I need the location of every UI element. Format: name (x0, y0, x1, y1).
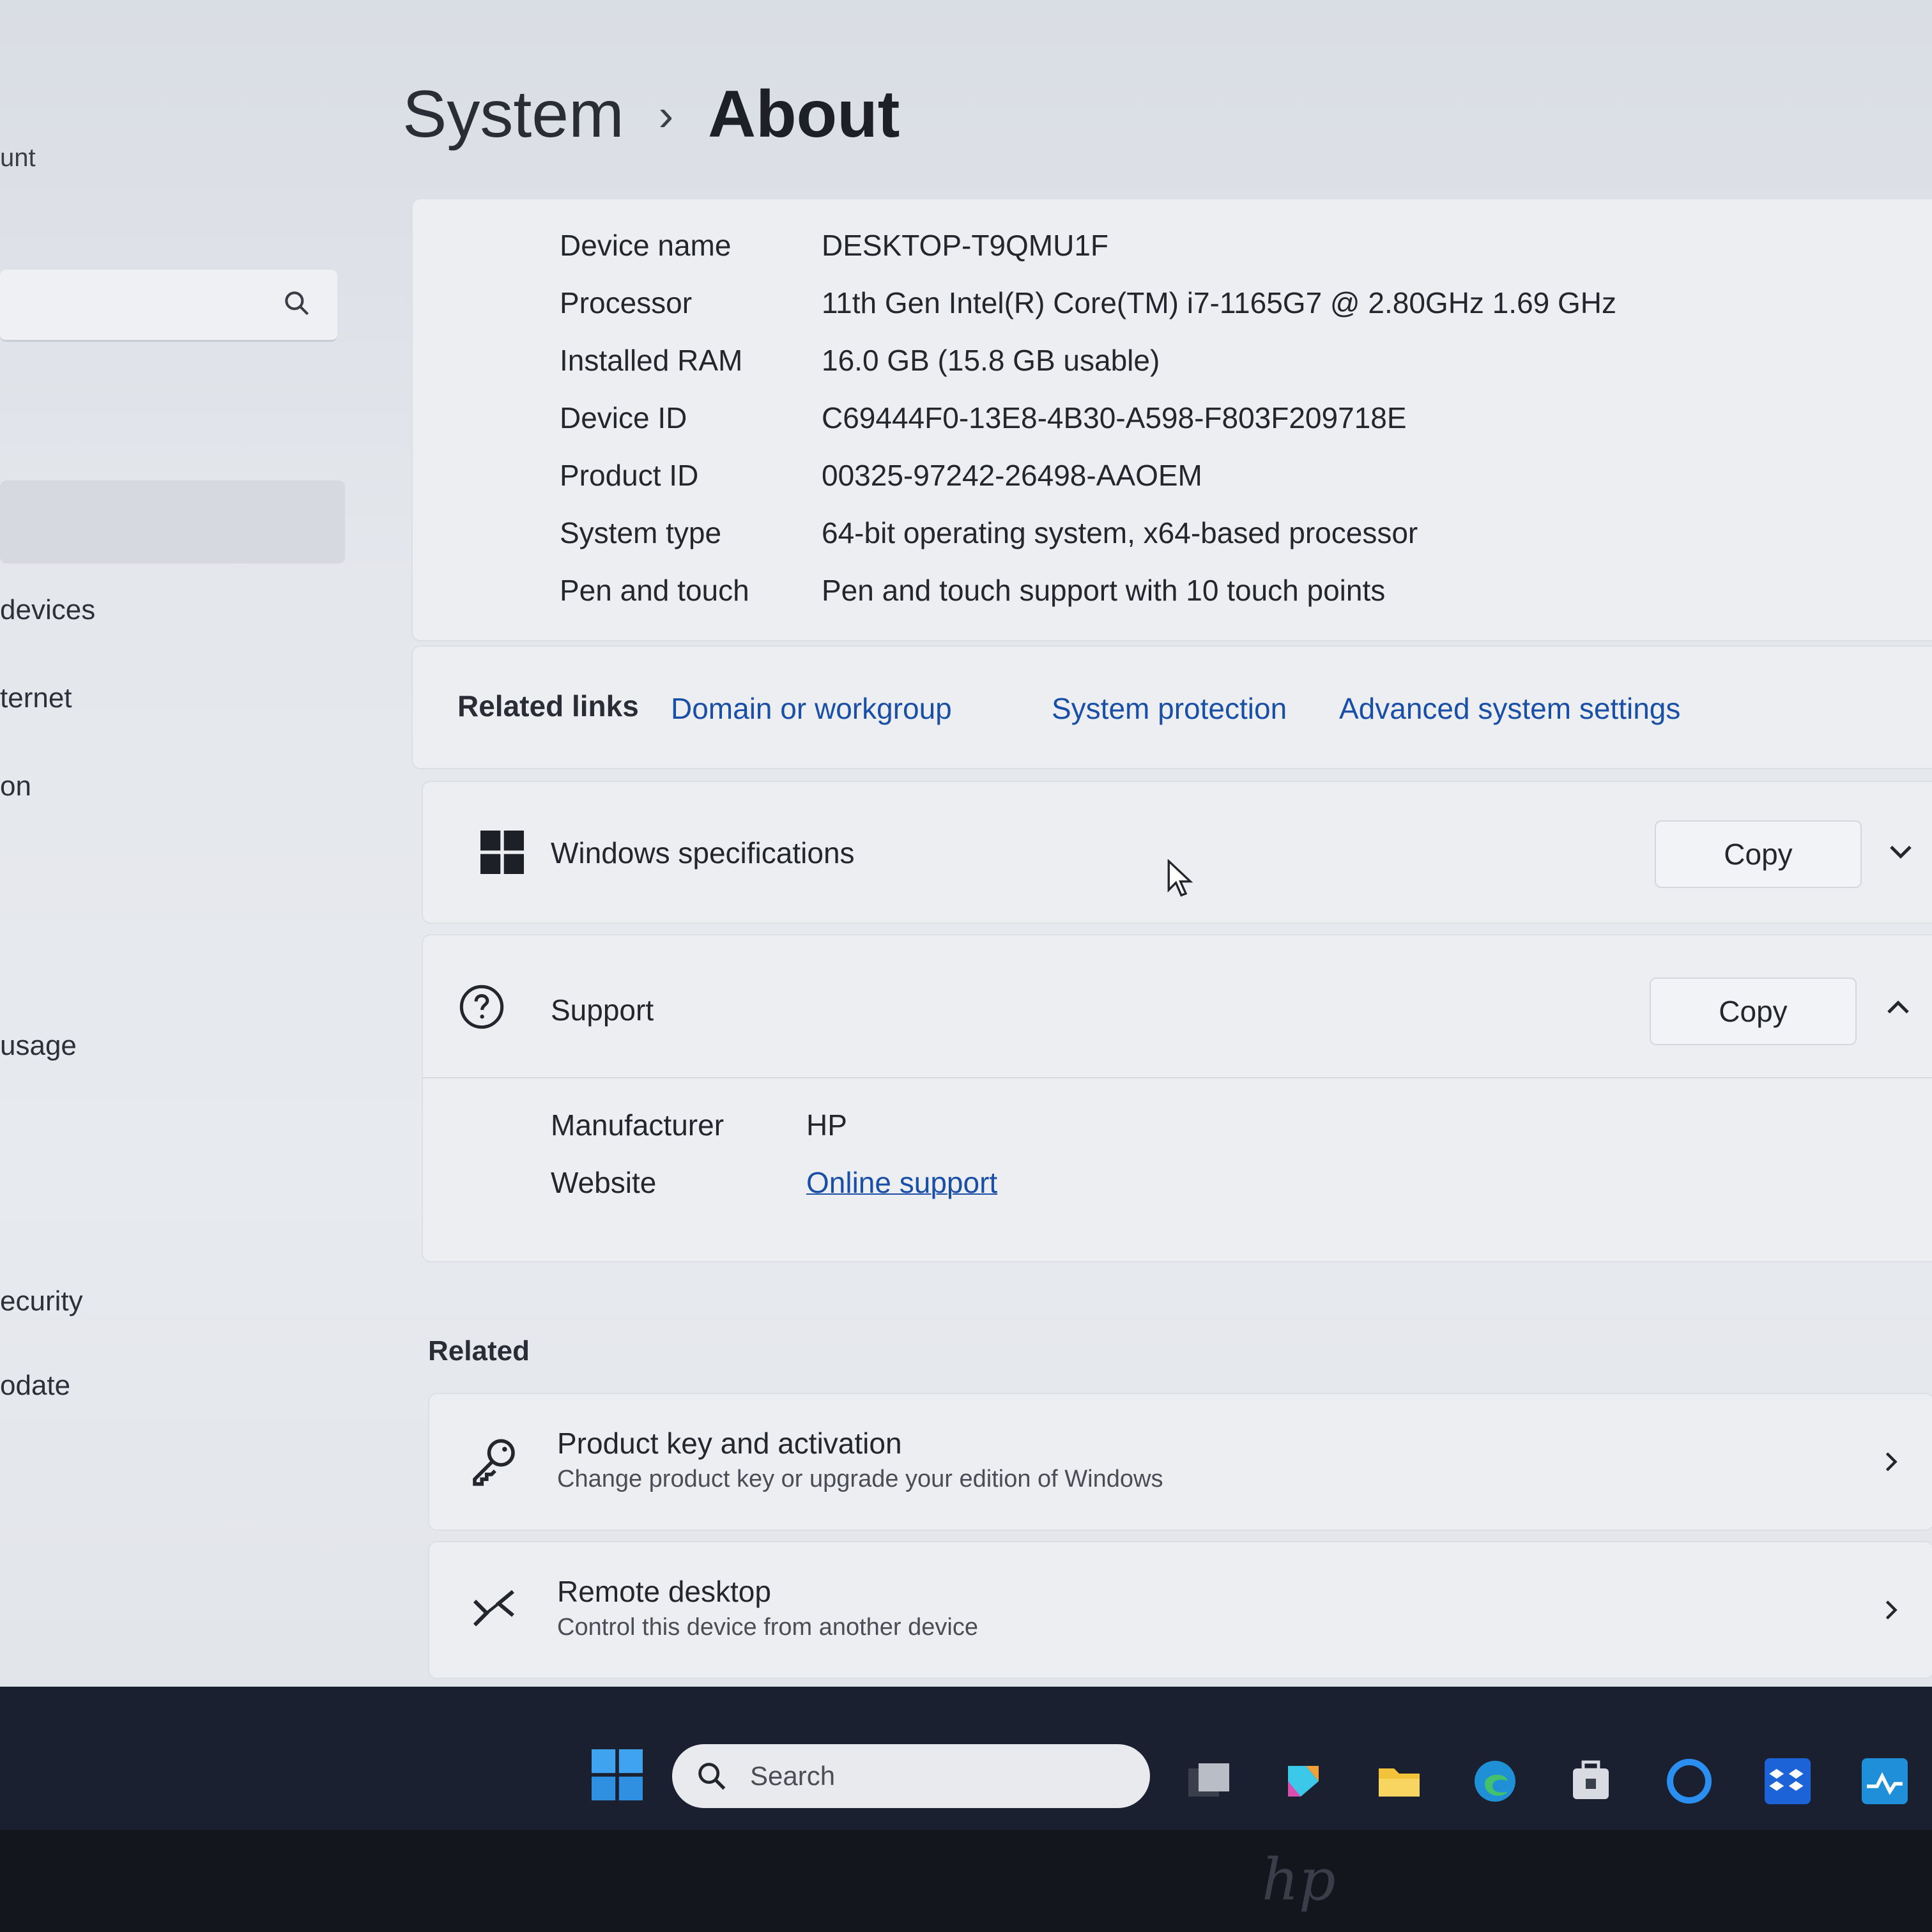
dropbox-icon[interactable] (1762, 1756, 1813, 1807)
support-expander: Support Copy Manufacturer HP Website Onl… (422, 934, 1932, 1262)
spec-label: Device ID (560, 401, 687, 434)
copy-windows-specifications-button[interactable]: Copy (1655, 820, 1862, 888)
sidebar-item-network-internet[interactable]: ternet (0, 682, 72, 714)
spec-label: Pen and touch (560, 574, 749, 607)
spec-value: C69444F0-13E8-4B30-A598-F803F209718E (822, 401, 1407, 434)
breadcrumb: System › About (402, 77, 900, 153)
related-links-title: Related links (457, 689, 639, 723)
cortana-icon[interactable] (1664, 1756, 1715, 1807)
settings-search-input[interactable] (0, 270, 337, 342)
key-icon (473, 1439, 515, 1486)
spec-value: 11th Gen Intel(R) Core(TM) i7-1165G7 @ 2… (822, 286, 1617, 319)
breadcrumb-system[interactable]: System (402, 77, 624, 153)
domain-or-workgroup-link[interactable]: Domain or workgroup (671, 691, 952, 726)
spec-label: System type (560, 516, 722, 549)
store-icon[interactable] (1565, 1756, 1616, 1807)
product-key-title: Product key and activation (557, 1427, 902, 1460)
search-placeholder: Search (750, 1761, 836, 1791)
windows-specifications-expander[interactable]: Windows specifications Copy (422, 781, 1932, 924)
help-icon (459, 985, 504, 1029)
laptop-bezel (0, 1830, 1932, 1932)
windows-specifications-title: Windows specifications (551, 836, 855, 870)
chevron-down-icon[interactable] (1885, 836, 1917, 868)
chevron-right-icon (1885, 1600, 1897, 1620)
spec-label: Product ID (560, 459, 699, 492)
product-key-subtitle: Change product key or upgrade your editi… (557, 1466, 1163, 1492)
website-label: Website (551, 1166, 657, 1199)
windows-logo-icon (480, 831, 524, 874)
edge-icon[interactable] (1469, 1756, 1521, 1807)
related-heading: Related (428, 1335, 530, 1367)
product-key-activation-item[interactable]: Product key and activation Change produc… (428, 1393, 1932, 1531)
remote-desktop-title: Remote desktop (557, 1575, 771, 1608)
divider (423, 1077, 1932, 1078)
spec-label: Installed RAM (560, 344, 743, 377)
start-icon[interactable] (592, 1749, 643, 1800)
spec-row: Processor 11th Gen Intel(R) Core(TM) i7-… (413, 286, 1932, 330)
remote-desktop-item[interactable]: Remote desktop Control this device from … (428, 1541, 1932, 1679)
search-icon (285, 291, 309, 316)
spec-label: Device name (560, 229, 732, 262)
spec-value: 64-bit operating system, x64-based proce… (822, 516, 1418, 549)
spec-row: Pen and touch Pen and touch support with… (413, 573, 1932, 618)
chevron-up-icon[interactable] (1882, 992, 1914, 1023)
sidebar-item-privacy-security[interactable]: ecurity (0, 1285, 83, 1317)
spec-row: Product ID 00325-97242-26498-AAOEM (413, 458, 1932, 503)
remote-desktop-icon (473, 1590, 514, 1627)
spec-row: Device name DESKTOP-T9QMU1F (413, 228, 1932, 273)
sidebar: unt devices ternet on usage ecurity odat… (0, 0, 358, 1687)
spec-value: Pen and touch support with 10 touch poin… (822, 574, 1386, 607)
sidebar-item-bluetooth-devices[interactable]: devices (0, 594, 95, 626)
account-name[interactable]: unt (0, 144, 36, 172)
remote-desktop-subtitle: Control this device from another device (557, 1614, 978, 1641)
main-content: System › About Device name DESKTOP-T9QMU… (402, 0, 1932, 1687)
page-title: About (708, 77, 900, 151)
search-icon (698, 1763, 726, 1790)
app-icon[interactable] (1859, 1756, 1910, 1807)
manufacturer-value: HP (806, 1108, 847, 1142)
spec-label: Processor (560, 286, 693, 319)
taskbar-search-input[interactable]: Search (672, 1744, 1150, 1808)
sidebar-item-windows-update[interactable]: odate (0, 1370, 70, 1402)
spec-value: 16.0 GB (15.8 GB usable) (822, 344, 1160, 377)
system-protection-link[interactable]: System protection (1052, 691, 1287, 726)
task-view-icon[interactable] (1183, 1756, 1234, 1807)
mouse-cursor-icon (1167, 859, 1193, 897)
settings-window: unt devices ternet on usage ecurity odat… (0, 0, 1932, 1687)
spec-row: Device ID C69444F0-13E8-4B30-A598-F803F2… (413, 401, 1932, 445)
spec-value: DESKTOP-T9QMU1F (822, 229, 1108, 262)
sidebar-item-time-language[interactable]: usage (0, 1030, 77, 1062)
hp-logo-icon: hp (1262, 1846, 1336, 1913)
sidebar-item-system-selected[interactable] (0, 480, 345, 564)
spec-value: 00325-97242-26498-AAOEM (822, 459, 1202, 492)
support-title: Support (551, 993, 654, 1027)
breadcrumb-separator: › (658, 89, 674, 140)
copilot-icon[interactable] (1278, 1756, 1329, 1807)
chevron-right-icon (1885, 1452, 1897, 1471)
manufacturer-label: Manufacturer (551, 1108, 724, 1142)
spec-row: Installed RAM 16.0 GB (15.8 GB usable) (413, 343, 1932, 388)
spec-row: System type 64-bit operating system, x64… (413, 516, 1932, 560)
device-specifications-card: Device name DESKTOP-T9QMU1F Processor 11… (411, 198, 1932, 641)
copy-support-button[interactable]: Copy (1650, 977, 1857, 1045)
advanced-system-settings-link[interactable]: Advanced system settings (1339, 691, 1680, 726)
related-links-bar: Related links Domain or workgroup System… (411, 645, 1932, 769)
online-support-link[interactable]: Online support (806, 1165, 997, 1200)
file-explorer-icon[interactable] (1374, 1756, 1425, 1807)
sidebar-item-personalization[interactable]: on (0, 770, 31, 802)
